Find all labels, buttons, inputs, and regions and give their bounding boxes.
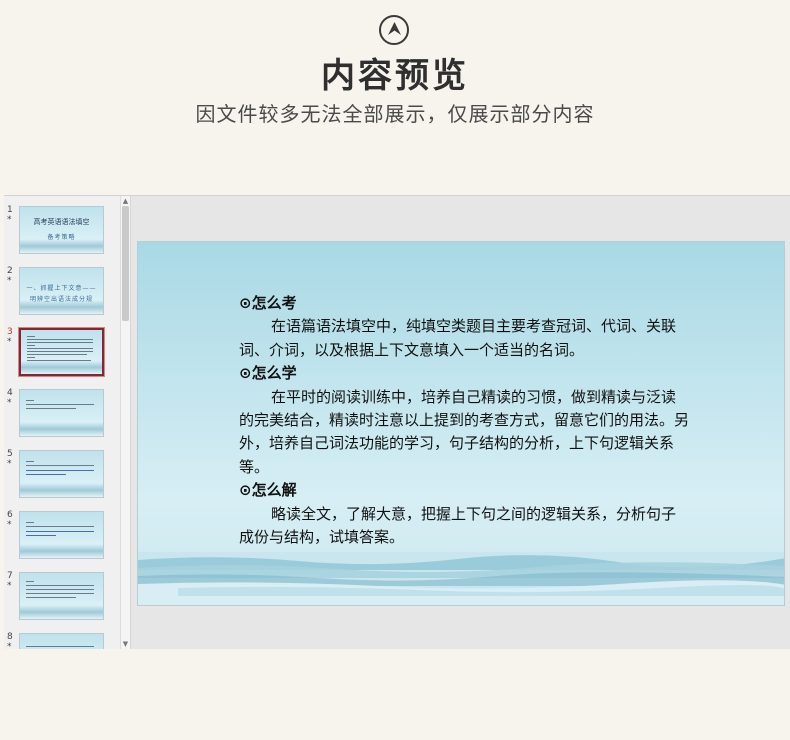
chevron-up-circle-icon [379, 15, 409, 45]
thumbnail-item-5[interactable]: 5 * [4, 440, 120, 498]
thumbnail-subtitle: 明辨空出语法成分规 [29, 296, 93, 303]
slide-thumbnail[interactable] [19, 511, 104, 559]
slide-thumbnail[interactable] [19, 572, 104, 620]
slide-text-body: ⊙怎么考 在语篇语法填空中，纯填空类题目主要考查冠词、代词、关联词、介词，以及根… [239, 292, 689, 549]
thumbnail-number: 3 [7, 327, 13, 337]
thumbnail-scrollbar[interactable]: ▲ ▼ [120, 196, 131, 649]
thumbnail-star: * [7, 276, 12, 286]
presentation-viewer: 1 * 高考英语语法填空 备考策略 2 * 一、抓握上下文意—— 明辨空出语法成… [4, 195, 790, 649]
scroll-up-icon[interactable]: ▲ [121, 196, 130, 206]
section-heading-how-learn: ⊙怎么学 [239, 364, 297, 383]
section-heading-how-solve: ⊙怎么解 [239, 481, 297, 500]
thumbnail-star: * [7, 398, 12, 408]
thumbnail-item-2[interactable]: 2 * 一、抓握上下文意—— 明辨空出语法成分规 [4, 257, 120, 315]
page-subtitle: 因文件较多无法全部展示，仅展示部分内容 [195, 102, 595, 126]
thumbnail-star: * [7, 581, 12, 591]
slide-canvas: ⊙怎么考 在语篇语法填空中，纯填空类题目主要考查冠词、代词、关联词、介词，以及根… [137, 241, 785, 606]
section-text-how-tested: 在语篇语法填空中，纯填空类题目主要考查冠词、代词、关联词、介词，以及根据上下文意… [239, 317, 677, 359]
scroll-down-icon[interactable]: ▼ [121, 639, 130, 649]
thumbnail-star: * [7, 337, 12, 347]
thumbnail-item-4[interactable]: 4 * [4, 379, 120, 437]
thumbnail-star: * [7, 459, 12, 469]
section-heading-how-tested: ⊙怎么考 [239, 294, 297, 312]
sea-waves-decoration [138, 552, 784, 605]
thumbnail-star: * [7, 520, 12, 530]
thumbnail-number: 2 [7, 266, 13, 276]
slide-thumbnail-pane[interactable]: 1 * 高考英语语法填空 备考策略 2 * 一、抓握上下文意—— 明辨空出语法成… [4, 196, 120, 649]
thumbnail-title: 一、抓握上下文意—— [26, 285, 97, 292]
slide-thumbnail[interactable]: 一、抓握上下文意—— 明辨空出语法成分规 [19, 267, 104, 315]
thumbnail-item-6[interactable]: 6 * [4, 501, 120, 559]
thumbnail-item-8[interactable]: 8 * [4, 623, 120, 649]
slide-thumbnail[interactable] [19, 450, 104, 498]
thumbnail-star: * [7, 215, 12, 225]
thumbnail-item-7[interactable]: 7 * [4, 562, 120, 620]
thumbnail-number: 4 [7, 388, 13, 398]
thumbnail-star: * [7, 642, 12, 649]
slide-thumbnail[interactable] [19, 389, 104, 437]
thumbnail-number: 5 [7, 449, 13, 459]
preview-header: 内容预览 因文件较多无法全部展示，仅展示部分内容 [0, 0, 790, 195]
slide-thumbnail-selected[interactable] [19, 328, 104, 376]
thumbnail-subtitle: 备考策略 [47, 234, 76, 241]
slide-thumbnail[interactable]: 高考英语语法填空 备考策略 [19, 206, 104, 254]
page-title: 内容预览 [321, 56, 469, 96]
slide-thumbnail[interactable] [19, 633, 104, 649]
thumbnail-number: 6 [7, 510, 13, 520]
thumbnail-item-3[interactable]: 3 * [4, 318, 120, 376]
thumbnail-number: 7 [7, 571, 13, 581]
thumbnail-title: 高考英语语法填空 [33, 218, 90, 226]
thumbnail-number: 1 [7, 205, 13, 215]
thumbnail-number: 8 [7, 632, 13, 642]
thumbnail-item-1[interactable]: 1 * 高考英语语法填空 备考策略 [4, 196, 120, 254]
scrollbar-thumb[interactable] [122, 206, 129, 321]
section-text-how-solve: 略读全文，了解大意，把握上下句之间的逻辑关系，分析句子成份与结构，试填答案。 [239, 504, 677, 547]
section-text-how-learn: 在平时的阅读训练中，培养自己精读的习惯，做到精读与泛读的完美结合，精读时注意以上… [239, 387, 690, 476]
